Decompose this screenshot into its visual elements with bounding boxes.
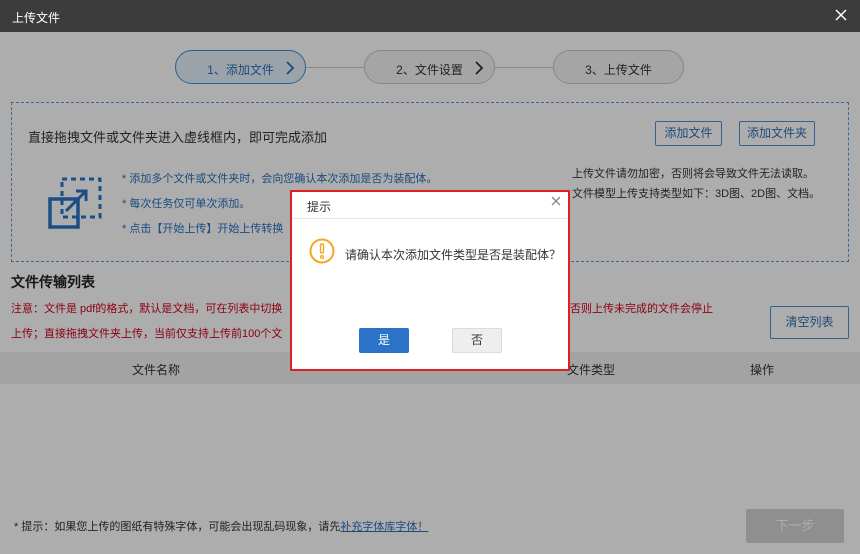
dialog-divider [292,218,568,219]
confirm-dialog: 提示 请确认本次添加文件类型是否是装配体？ 是 否 [290,190,570,371]
dialog-title: 提示 [307,200,332,214]
close-icon[interactable] [832,6,850,24]
window-title: 上传文件 [12,11,61,25]
no-button[interactable]: 否 [452,328,502,353]
close-icon[interactable] [550,195,562,207]
dialog-message: 请确认本次添加文件类型是否是装配体？ [345,248,562,262]
warning-icon [309,238,335,264]
window-titlebar: 上传文件 [0,0,860,32]
yes-button[interactable]: 是 [359,328,409,353]
